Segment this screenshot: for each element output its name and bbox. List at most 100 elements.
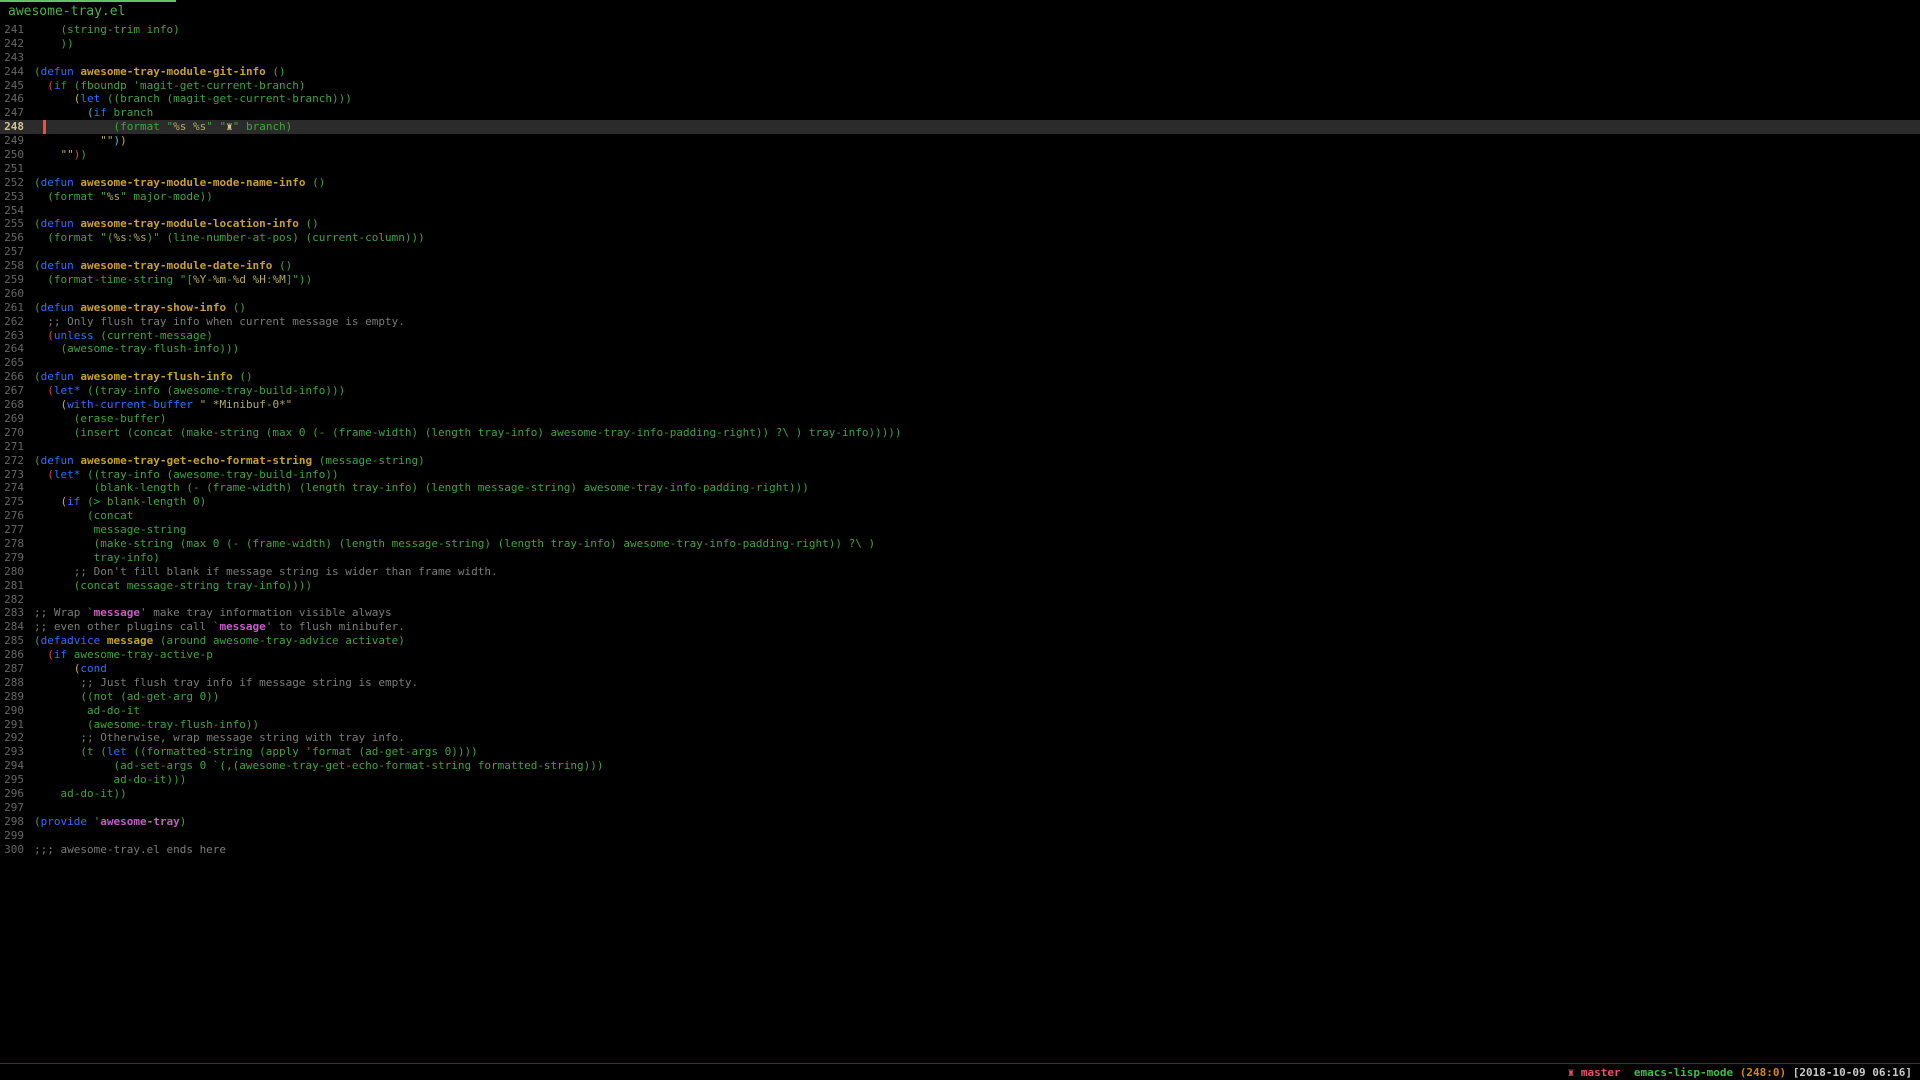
code-line[interactable]: 277 message-string xyxy=(0,523,1920,537)
line-number: 251 xyxy=(0,162,34,176)
code-line[interactable]: 290 ad-do-it xyxy=(0,704,1920,718)
code-line[interactable]: 276 (concat xyxy=(0,509,1920,523)
code-line[interactable]: 279 tray-info) xyxy=(0,551,1920,565)
code-text: )) xyxy=(34,37,74,50)
code-line[interactable]: 245 (if (fboundp 'magit-get-current-bran… xyxy=(0,79,1920,93)
code-line[interactable]: 266(defun awesome-tray-flush-info () xyxy=(0,370,1920,384)
code-line[interactable]: 258(defun awesome-tray-module-date-info … xyxy=(0,259,1920,273)
code-line[interactable]: 291 (awesome-tray-flush-info)) xyxy=(0,718,1920,732)
code-text: (awesome-tray-flush-info))) xyxy=(34,342,239,355)
code-line[interactable]: 296 ad-do-it)) xyxy=(0,787,1920,801)
code-line[interactable]: 268 (with-current-buffer " *Minibuf-0*" xyxy=(0,398,1920,412)
line-number: 260 xyxy=(0,287,34,301)
code-line[interactable]: 246 (let ((branch (magit-get-current-bra… xyxy=(0,92,1920,106)
code-line[interactable]: 253 (format "%s" major-mode)) xyxy=(0,190,1920,204)
code-line[interactable]: 249 "")) xyxy=(0,134,1920,148)
code-line[interactable]: 286 (if awesome-tray-active-p xyxy=(0,648,1920,662)
line-number: 297 xyxy=(0,801,34,815)
code-line[interactable]: 273 (let* ((tray-info (awesome-tray-buil… xyxy=(0,468,1920,482)
code-line[interactable]: 281 (concat message-string tray-info)))) xyxy=(0,579,1920,593)
line-number: 265 xyxy=(0,356,34,370)
line-number: 246 xyxy=(0,92,34,106)
code-line[interactable]: 271 xyxy=(0,440,1920,454)
code-line[interactable]: 293 (t (let ((formatted-string (apply 'f… xyxy=(0,745,1920,759)
line-number: 287 xyxy=(0,662,34,676)
code-line[interactable]: 287 (cond xyxy=(0,662,1920,676)
code-line[interactable]: 295 ad-do-it))) xyxy=(0,773,1920,787)
line-number: 286 xyxy=(0,648,34,662)
code-line[interactable]: 278 (make-string (max 0 (- (frame-width)… xyxy=(0,537,1920,551)
code-text: ;; Just flush tray info if message strin… xyxy=(34,676,418,689)
code-line[interactable]: 285(defadvice message (around awesome-tr… xyxy=(0,634,1920,648)
line-number: 269 xyxy=(0,412,34,426)
code-line[interactable]: 288 ;; Just flush tray info if message s… xyxy=(0,676,1920,690)
code-line[interactable]: 261(defun awesome-tray-show-info () xyxy=(0,301,1920,315)
line-number: 296 xyxy=(0,787,34,801)
code-line[interactable]: 272(defun awesome-tray-get-echo-format-s… xyxy=(0,454,1920,468)
code-text: (provide 'awesome-tray) xyxy=(34,815,186,828)
code-line[interactable]: 294 (ad-set-args 0 `(,(awesome-tray-get-… xyxy=(0,759,1920,773)
line-number: 253 xyxy=(0,190,34,204)
line-number: 278 xyxy=(0,537,34,551)
code-text: tray-info) xyxy=(34,551,160,564)
line-number: 273 xyxy=(0,468,34,482)
code-line[interactable]: 250 "")) xyxy=(0,148,1920,162)
code-line[interactable]: 244(defun awesome-tray-module-git-info (… xyxy=(0,65,1920,79)
code-text: (string-trim info) xyxy=(34,23,180,36)
line-number: 300 xyxy=(0,843,34,857)
code-line[interactable]: 259 (format-time-string "[%Y-%m-%d %H:%M… xyxy=(0,273,1920,287)
line-number: 294 xyxy=(0,759,34,773)
line-number: 292 xyxy=(0,731,34,745)
code-line[interactable]: 280 ;; Don't fill blank if message strin… xyxy=(0,565,1920,579)
code-text: ;;; awesome-tray.el ends here xyxy=(34,843,226,856)
code-line[interactable]: 299 xyxy=(0,829,1920,843)
line-number: 244 xyxy=(0,65,34,79)
code-line[interactable]: 242 )) xyxy=(0,37,1920,51)
buffer-tab-awesome-tray[interactable]: awesome-tray.el xyxy=(8,4,125,19)
code-line[interactable]: 248 (format "%s %s" "♜" branch) xyxy=(0,120,1920,134)
code-text: (blank-length (- (frame-width) (length t… xyxy=(34,481,809,494)
code-line[interactable]: 269 (erase-buffer) xyxy=(0,412,1920,426)
code-line[interactable]: 270 (insert (concat (make-string (max 0 … xyxy=(0,426,1920,440)
code-line[interactable]: 283;; Wrap `message' make tray informati… xyxy=(0,606,1920,620)
code-line[interactable]: 282 xyxy=(0,593,1920,607)
code-line[interactable]: 263 (unless (current-message) xyxy=(0,329,1920,343)
code-line[interactable]: 265 xyxy=(0,356,1920,370)
code-text: (unless (current-message) xyxy=(34,329,213,342)
code-line[interactable]: 247 (if branch xyxy=(0,106,1920,120)
code-line[interactable]: 284;; even other plugins call `message' … xyxy=(0,620,1920,634)
code-line[interactable]: 260 xyxy=(0,287,1920,301)
code-line[interactable]: 251 xyxy=(0,162,1920,176)
code-line[interactable]: 252(defun awesome-tray-module-mode-name-… xyxy=(0,176,1920,190)
code-line[interactable]: 264 (awesome-tray-flush-info))) xyxy=(0,342,1920,356)
code-line[interactable]: 256 (format "(%s:%s)" (line-number-at-po… xyxy=(0,231,1920,245)
code-area[interactable]: 241 (string-trim info)242 ))243244(defun… xyxy=(0,23,1920,856)
line-number: 266 xyxy=(0,370,34,384)
code-text: (let* ((tray-info (awesome-tray-build-in… xyxy=(34,384,345,397)
code-line[interactable]: 254 xyxy=(0,204,1920,218)
code-line[interactable]: 297 xyxy=(0,801,1920,815)
code-line[interactable]: 257 xyxy=(0,245,1920,259)
line-number: 288 xyxy=(0,676,34,690)
line-number: 241 xyxy=(0,23,34,37)
code-text: (defun awesome-tray-module-git-info () xyxy=(34,65,286,78)
line-number: 257 xyxy=(0,245,34,259)
code-line[interactable]: 298(provide 'awesome-tray) xyxy=(0,815,1920,829)
code-line[interactable]: 292 ;; Otherwise, wrap message string wi… xyxy=(0,731,1920,745)
code-line[interactable]: 275 (if (> blank-length 0) xyxy=(0,495,1920,509)
code-text: (if (fboundp 'magit-get-current-branch) xyxy=(34,79,306,92)
line-number: 291 xyxy=(0,718,34,732)
code-line[interactable]: 243 xyxy=(0,51,1920,65)
code-line[interactable]: 262 ;; Only flush tray info when current… xyxy=(0,315,1920,329)
code-line[interactable]: 241 (string-trim info) xyxy=(0,23,1920,37)
code-text: (if awesome-tray-active-p xyxy=(34,648,213,661)
code-line[interactable]: 267 (let* ((tray-info (awesome-tray-buil… xyxy=(0,384,1920,398)
code-line[interactable]: 274 (blank-length (- (frame-width) (leng… xyxy=(0,481,1920,495)
code-line[interactable]: 300;;; awesome-tray.el ends here xyxy=(0,843,1920,857)
code-line[interactable]: 289 ((not (ad-get-arg 0)) xyxy=(0,690,1920,704)
code-line[interactable]: 255(defun awesome-tray-module-location-i… xyxy=(0,217,1920,231)
line-number: 276 xyxy=(0,509,34,523)
code-text: ad-do-it)) xyxy=(34,787,127,800)
code-text: (defadvice message (around awesome-tray-… xyxy=(34,634,405,647)
code-text: (if (> blank-length 0) xyxy=(34,495,206,508)
